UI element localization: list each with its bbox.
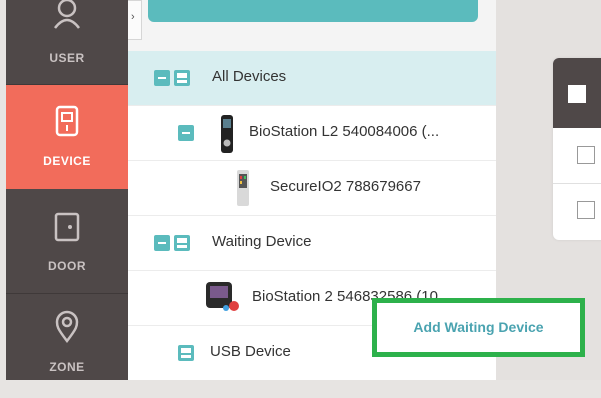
nav-label-zone: ZONE <box>49 360 85 374</box>
tree-label: USB Device <box>210 343 291 360</box>
add-waiting-device-label: Add Waiting Device <box>413 319 544 335</box>
row-checkbox[interactable] <box>577 201 595 219</box>
tree-toolbar <box>128 0 496 52</box>
sidebar-collapse-tab[interactable]: › <box>128 0 142 40</box>
nav-label-device: DEVICE <box>43 154 91 168</box>
drive-icon <box>174 70 190 86</box>
nav-item-door[interactable]: DOOR <box>6 189 128 293</box>
toolbar-action-button[interactable] <box>148 0 478 22</box>
nav-item-user[interactable]: USER <box>6 0 128 70</box>
tree-label: All Devices <box>212 68 287 85</box>
collapse-minus-icon[interactable] <box>154 70 170 86</box>
tree-label: Waiting Device <box>212 233 312 250</box>
row-checkbox[interactable] <box>577 146 595 164</box>
door-icon <box>54 212 80 242</box>
collapse-minus-icon[interactable] <box>154 235 170 251</box>
nav-item-zone[interactable]: ZONE <box>6 294 128 398</box>
drive-icon <box>178 345 194 361</box>
nav-label-user: USER <box>49 51 85 65</box>
tree-row-biostation-l2[interactable]: BioStation L2 540084006 (... <box>128 106 496 161</box>
chevron-right-icon: › <box>131 11 135 23</box>
nav-item-device[interactable]: DEVICE <box>6 85 128 189</box>
tree-row-secureio2[interactable]: SecureIO2 788679667 <box>128 161 496 216</box>
drive-icon <box>174 235 190 251</box>
add-waiting-device-button[interactable]: Add Waiting Device <box>372 298 585 357</box>
biostation-2-device-icon <box>206 282 239 311</box>
tree-label: SecureIO2 788679667 <box>270 178 421 195</box>
tree-row-all-devices[interactable]: All Devices <box>128 51 496 106</box>
user-icon <box>54 0 80 29</box>
zone-icon <box>55 310 79 344</box>
left-nav: USER DEVICE DOOR ZONE <box>6 0 128 380</box>
tree-label: BioStation L2 540084006 (... <box>249 123 440 140</box>
biostation-l2-device-icon <box>221 115 233 153</box>
select-all-checkbox[interactable] <box>568 85 586 103</box>
nav-label-door: DOOR <box>48 259 86 273</box>
collapse-minus-icon[interactable] <box>178 125 194 141</box>
secureio2-device-icon <box>237 170 249 206</box>
table-header <box>553 58 601 128</box>
device-icon <box>55 105 79 137</box>
tree-row-waiting-device[interactable]: Waiting Device <box>128 216 496 271</box>
device-list-card <box>553 58 601 240</box>
row-divider <box>553 183 601 184</box>
